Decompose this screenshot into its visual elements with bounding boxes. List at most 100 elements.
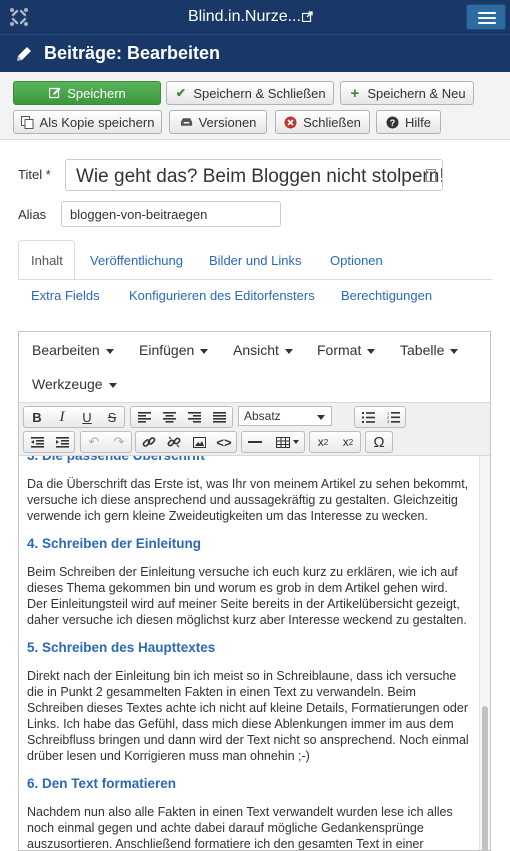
external-link-icon — [302, 11, 313, 22]
special-char-group: Ω — [365, 431, 393, 453]
text-style-group: B I U S — [23, 406, 125, 428]
editor-scrollbar[interactable] — [479, 456, 490, 850]
menu-ansicht-label: Ansicht — [233, 342, 279, 358]
menu-einfuegen[interactable]: Einfügen — [139, 342, 209, 358]
horizontal-rule-icon[interactable] — [243, 432, 267, 452]
svg-text:3: 3 — [387, 419, 390, 423]
menu-werkzeuge[interactable]: Werkzeuge — [32, 376, 117, 392]
help-button[interactable]: ? Hilfe — [376, 110, 441, 134]
menu-bearbeiten-label: Bearbeiten — [32, 342, 100, 358]
insert-group: <> — [135, 431, 237, 453]
hamburger-line — [478, 12, 496, 14]
site-name-link[interactable]: Blind.in.Nurze... — [188, 8, 301, 26]
table-icon[interactable] — [270, 432, 304, 452]
versions-label: Versionen — [198, 114, 257, 130]
block-format-select[interactable]: Absatz — [238, 406, 332, 426]
history-group: ↶ ↷ — [80, 431, 132, 453]
versions-button[interactable]: Versionen — [169, 110, 267, 134]
link-icon[interactable] — [137, 432, 161, 452]
align-left-icon[interactable] — [132, 407, 156, 427]
hamburger-line — [478, 17, 496, 19]
menu-ansicht[interactable]: Ansicht — [233, 342, 293, 358]
alias-input[interactable]: bloggen-von-beitraegen — [61, 201, 281, 227]
save-close-button[interactable]: ✔ Speichern & Schließen — [166, 81, 334, 105]
save-copy-button[interactable]: Als Kopie speichern — [13, 110, 162, 134]
heading-6: 6. Den Text formatieren — [27, 776, 177, 791]
undo-icon[interactable]: ↶ — [82, 432, 106, 452]
tab-optionen[interactable]: Optionen — [330, 253, 383, 268]
caret-down-icon — [200, 348, 209, 354]
caret-down-icon — [450, 348, 459, 354]
heading-5: 5. Schreiben des Haupttextes — [27, 640, 216, 655]
omega-icon[interactable]: Ω — [367, 432, 391, 452]
svg-text:?: ? — [390, 118, 396, 128]
code-icon[interactable]: <> — [212, 432, 236, 452]
joomla-logo-icon[interactable] — [8, 6, 30, 28]
indent-group — [23, 431, 75, 453]
pencil-icon — [17, 47, 31, 61]
caret-down-icon — [317, 415, 325, 420]
menu-bearbeiten[interactable]: Bearbeiten — [32, 342, 114, 358]
editor-content-area[interactable]: 3. Die passende Überschrift Da die Übers… — [19, 456, 479, 851]
save-new-button[interactable]: + Speichern & Neu — [340, 81, 474, 105]
align-justify-icon[interactable] — [207, 407, 231, 427]
caret-down-icon — [108, 382, 117, 388]
page-title: Beiträge: Bearbeiten — [44, 43, 221, 63]
menu-werkzeuge-label: Werkzeuge — [32, 376, 103, 392]
copy-icon — [20, 115, 34, 129]
alias-value: bloggen-von-beitraegen — [70, 207, 208, 222]
alias-label: Alias — [18, 207, 47, 222]
indent-icon[interactable] — [50, 432, 74, 452]
redo-icon[interactable]: ↷ — [107, 432, 131, 452]
action-toolbar: Speichern ✔ Speichern & Schließen + Spei… — [0, 72, 510, 140]
tab-veroeffentlichung[interactable]: Veröffentlichung — [90, 253, 183, 268]
save-button[interactable]: Speichern — [13, 81, 161, 105]
bold-icon[interactable]: B — [25, 407, 49, 427]
hr-table-group — [241, 431, 305, 453]
unlink-icon[interactable] — [162, 432, 186, 452]
tab-bilder-und-links[interactable]: Bilder und Links — [209, 253, 302, 268]
superscript-icon[interactable]: x2 — [336, 432, 360, 452]
paragraph-6: Nachdem nun also alle Fakten in einen Te… — [27, 805, 453, 851]
menu-tabelle[interactable]: Tabelle — [400, 342, 459, 358]
hamburger-menu-button[interactable] — [466, 4, 506, 30]
close-button[interactable]: Schließen — [275, 110, 370, 134]
scrollbar-thumb[interactable] — [482, 706, 488, 850]
rich-text-editor: Bearbeiten Einfügen Ansicht Format Tabel… — [18, 331, 491, 851]
outdent-icon[interactable] — [25, 432, 49, 452]
paragraph-3: Da die Überschrift das Erste ist, was Ih… — [27, 477, 469, 523]
tab-extra-fields[interactable]: Extra Fields — [31, 288, 100, 303]
save-label: Speichern — [67, 85, 126, 101]
save-new-label: Speichern & Neu — [367, 85, 466, 101]
tab-berechtigungen[interactable]: Berechtigungen — [341, 288, 432, 303]
plus-icon: + — [350, 84, 360, 102]
check-icon: ✔ — [175, 86, 186, 100]
image-icon[interactable] — [187, 432, 211, 452]
bullet-list-icon[interactable] — [356, 407, 380, 427]
italic-icon[interactable]: I — [50, 407, 74, 427]
title-input[interactable]: Wie geht das? Beim Bloggen nicht stolper… — [65, 159, 443, 191]
caret-down-icon — [105, 348, 114, 354]
script-group: x2 x2 — [309, 431, 361, 453]
block-format-value: Absatz — [244, 409, 281, 423]
numbered-list-icon[interactable]: 123 — [381, 407, 405, 427]
archive-icon — [180, 116, 193, 129]
align-center-icon[interactable] — [157, 407, 181, 427]
editor-menubar: Bearbeiten Einfügen Ansicht Format Tabel… — [19, 332, 490, 402]
menu-format-label: Format — [317, 342, 362, 358]
save-close-label: Speichern & Schließen — [193, 85, 326, 101]
underline-icon[interactable]: U — [75, 407, 99, 427]
tab-editor-config[interactable]: Konfigurieren des Editorfensters — [129, 288, 315, 303]
menu-format[interactable]: Format — [317, 342, 376, 358]
cancel-circle-icon — [284, 116, 297, 129]
title-value: Wie geht das? Beim Bloggen nicht stolper… — [76, 166, 443, 187]
strikethrough-icon[interactable]: S — [100, 407, 124, 427]
tab-inhalt[interactable]: Inhalt — [31, 253, 63, 268]
help-label: Hilfe — [404, 114, 431, 130]
title-label: Titel * — [18, 167, 51, 182]
subscript-icon[interactable]: x2 — [311, 432, 335, 452]
align-group — [130, 406, 233, 428]
question-circle-icon: ? — [386, 116, 399, 129]
heading-4: 4. Schreiben der Einleitung — [27, 536, 202, 551]
align-right-icon[interactable] — [182, 407, 206, 427]
